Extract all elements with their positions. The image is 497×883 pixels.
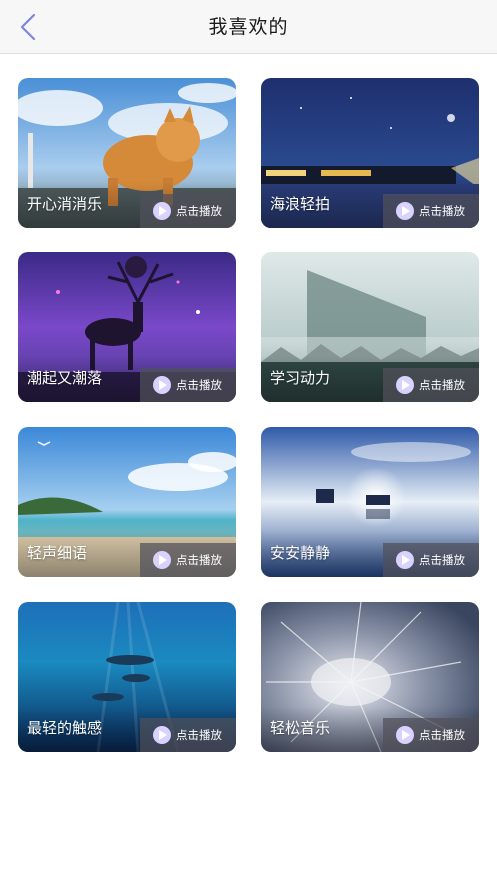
play-button-label: 点击播放 bbox=[419, 553, 465, 567]
card-title: 学习动力 bbox=[270, 369, 331, 387]
play-button[interactable]: 点击播放 bbox=[140, 194, 236, 228]
play-icon bbox=[396, 376, 414, 394]
play-button[interactable]: 点击播放 bbox=[383, 543, 479, 577]
play-button-label: 点击播放 bbox=[176, 378, 222, 392]
play-icon bbox=[153, 726, 171, 744]
favorite-card[interactable]: 海浪轻拍 点击播放 bbox=[261, 78, 479, 228]
play-icon bbox=[153, 376, 171, 394]
navigation-bar: 我喜欢的 bbox=[0, 0, 497, 54]
favorite-card[interactable]: 安安静静 点击播放 bbox=[261, 427, 479, 577]
play-button-label: 点击播放 bbox=[176, 553, 222, 567]
play-button-label: 点击播放 bbox=[419, 204, 465, 218]
play-button-label: 点击播放 bbox=[176, 728, 222, 742]
card-title: 海浪轻拍 bbox=[270, 195, 331, 213]
favorite-card[interactable]: 学习动力 点击播放 bbox=[261, 252, 479, 402]
play-button[interactable]: 点击播放 bbox=[383, 368, 479, 402]
card-title: 最轻的触感 bbox=[27, 719, 103, 737]
page-title: 我喜欢的 bbox=[208, 16, 289, 38]
card-title: 开心消消乐 bbox=[27, 195, 103, 213]
favorite-card[interactable]: 轻声细语 点击播放 bbox=[18, 427, 236, 577]
play-icon bbox=[153, 202, 171, 220]
play-button-label: 点击播放 bbox=[419, 378, 465, 392]
play-button[interactable]: 点击播放 bbox=[140, 368, 236, 402]
card-title: 轻声细语 bbox=[27, 544, 88, 562]
card-title: 安安静静 bbox=[270, 544, 331, 562]
play-button[interactable]: 点击播放 bbox=[140, 718, 236, 752]
favorite-card[interactable]: 最轻的触感 点击播放 bbox=[18, 602, 236, 752]
play-icon bbox=[396, 726, 414, 744]
favorite-card[interactable]: 开心消消乐 点击播放 bbox=[18, 78, 236, 228]
play-button-label: 点击播放 bbox=[176, 204, 222, 218]
play-icon bbox=[396, 202, 414, 220]
play-icon bbox=[153, 551, 171, 569]
favorite-card[interactable]: 潮起又潮落 点击播放 bbox=[18, 252, 236, 402]
play-button[interactable]: 点击播放 bbox=[383, 194, 479, 228]
play-icon bbox=[396, 551, 414, 569]
play-button[interactable]: 点击播放 bbox=[383, 718, 479, 752]
play-button[interactable]: 点击播放 bbox=[140, 543, 236, 577]
card-title: 潮起又潮落 bbox=[27, 369, 103, 387]
play-button-label: 点击播放 bbox=[419, 728, 465, 742]
favorite-card[interactable]: 轻松音乐 点击播放 bbox=[261, 602, 479, 752]
card-title: 轻松音乐 bbox=[270, 719, 331, 737]
